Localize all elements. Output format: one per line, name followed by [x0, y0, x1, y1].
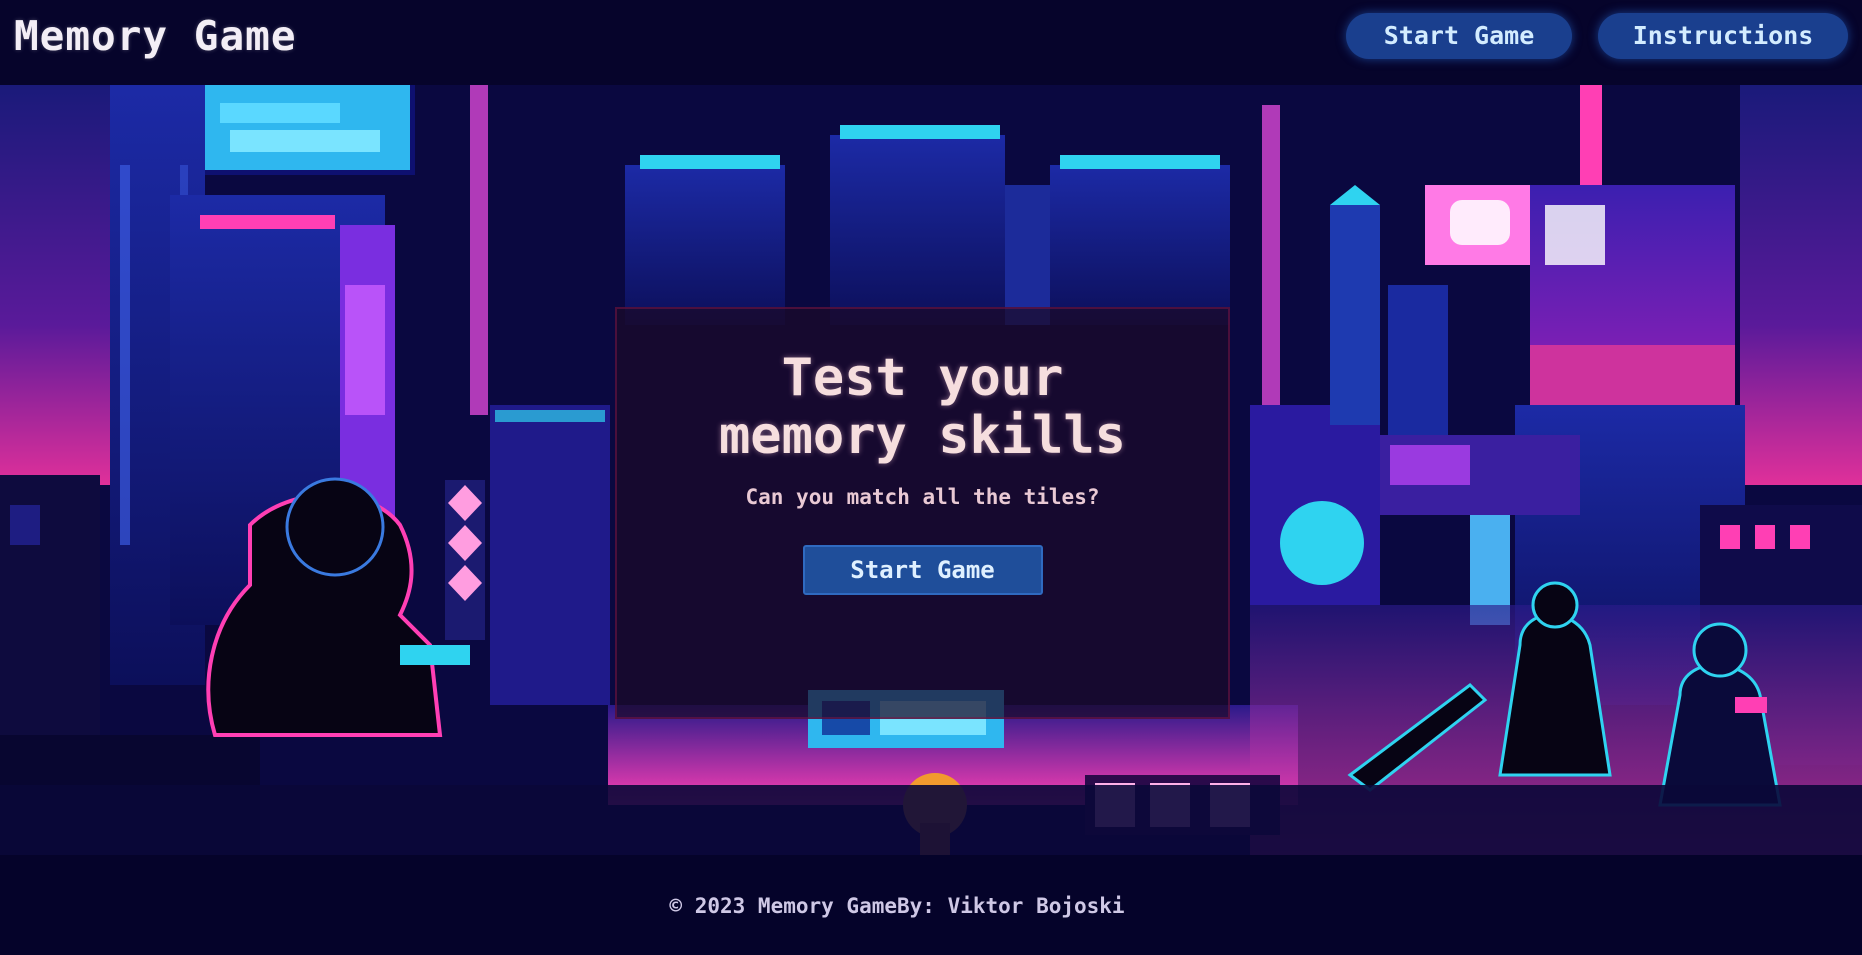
hero-card: Test your memory skills Can you match al… — [615, 307, 1230, 719]
footer-copyright: © 2023 Memory GameBy: Viktor Bojoski — [669, 894, 1125, 918]
page-footer: © 2023 Memory GameBy: Viktor Bojoski — [0, 855, 1862, 955]
hero-subtitle: Can you match all the tiles? — [745, 485, 1100, 509]
nav-start-game-button[interactable]: Start Game — [1346, 12, 1572, 59]
hero-title-line1: Test your — [781, 348, 1064, 408]
diamond-signs — [445, 480, 485, 640]
hero-section: Test your memory skills Can you match al… — [0, 85, 1862, 855]
hero-start-game-button[interactable]: Start Game — [802, 545, 1043, 595]
top-header: Memory Game Start Game Instructions — [0, 0, 1862, 85]
nav-instructions-button[interactable]: Instructions — [1598, 12, 1848, 59]
site-logo[interactable]: Memory Game — [14, 12, 297, 60]
hero-title-line2: memory skills — [719, 406, 1126, 466]
hero-title: Test your memory skills — [719, 349, 1126, 465]
top-nav: Start Game Instructions — [1346, 12, 1848, 59]
